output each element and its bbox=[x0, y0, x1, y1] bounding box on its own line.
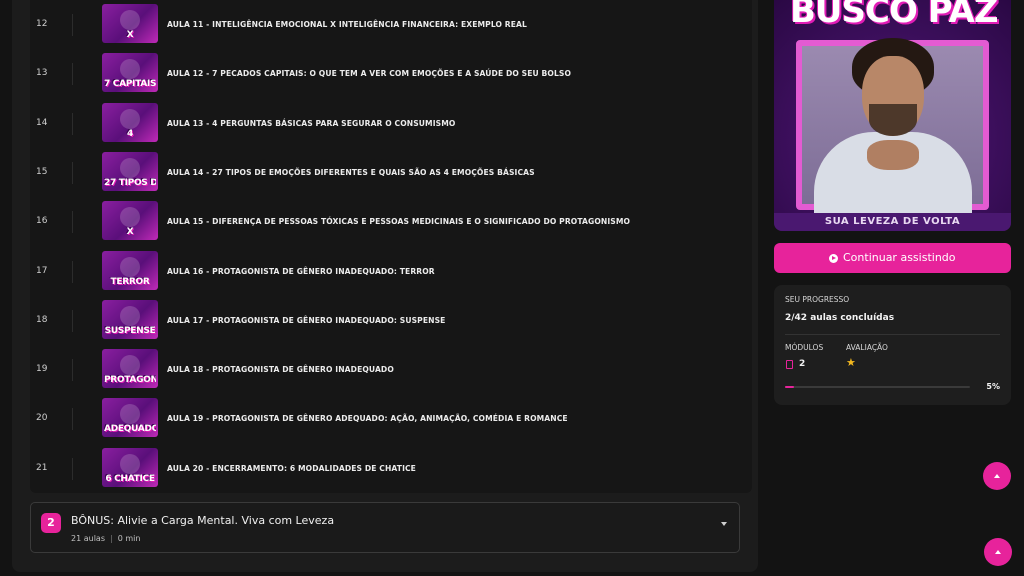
chevron-down-icon[interactable] bbox=[721, 522, 727, 526]
lesson-number: 16 bbox=[36, 216, 48, 227]
lesson-thumbnail[interactable]: 27 TIPOS DE EMOÇÕES bbox=[102, 151, 158, 191]
divider bbox=[72, 112, 73, 135]
thumbnail-text: 6 CHATICE bbox=[105, 473, 155, 484]
banner-tagline: SUA LEVEZA DE VOLTA bbox=[774, 213, 1011, 231]
lesson-number: 20 bbox=[36, 413, 48, 424]
divider bbox=[72, 457, 73, 480]
thumbnail-text: PROTAGONISTA bbox=[104, 375, 156, 386]
module-number-badge: 2 bbox=[41, 513, 61, 533]
lesson-row[interactable]: 21 6 CHATICE AULA 20 - ENCERRAMENTO: 6 MOD… bbox=[30, 444, 752, 493]
lesson-thumbnail[interactable]: X bbox=[102, 4, 158, 43]
module-meta-separator: | bbox=[110, 534, 113, 543]
lesson-title[interactable]: AULA 13 - 4 PERGUNTAS BÁSICAS PARA SEGUR… bbox=[167, 99, 455, 148]
book-icon bbox=[786, 360, 793, 369]
lesson-thumbnail[interactable]: 7 CAPITAIS bbox=[102, 53, 158, 93]
lesson-row[interactable]: 14 4 AULA 13 - 4 PERGUNTAS BÁSICAS PARA SE… bbox=[30, 99, 752, 148]
lesson-number: 18 bbox=[36, 314, 48, 325]
module-accordion[interactable]: 2 BÔNUS: Alivie a Carga Mental. Viva com… bbox=[30, 502, 740, 553]
rating-label: AVALIAÇÃO bbox=[846, 343, 888, 352]
lesson-thumbnail[interactable]: 4 bbox=[102, 102, 158, 142]
lesson-title[interactable]: AULA 18 - PROTAGONISTA DE GÊNERO INADEQU… bbox=[167, 345, 394, 394]
lesson-title[interactable]: AULA 19 - PROTAGONISTA DE GÊNERO ADEQUAD… bbox=[167, 394, 568, 443]
divider bbox=[72, 211, 73, 234]
scroll-top-button-secondary[interactable] bbox=[984, 538, 1012, 566]
divider bbox=[72, 408, 73, 431]
continue-watching-label: Continuar assistindo bbox=[843, 251, 956, 264]
divider bbox=[72, 359, 73, 382]
lesson-number: 21 bbox=[36, 462, 48, 473]
modules-value: 2 bbox=[799, 359, 806, 369]
module-lessons-count: 21 aulas bbox=[71, 534, 105, 543]
divider bbox=[785, 334, 1000, 335]
lesson-title[interactable]: AULA 14 - 27 TIPOS DE EMOÇÕES DIFERENTES… bbox=[167, 148, 535, 197]
lesson-title[interactable]: AULA 17 - PROTAGONISTA DE GÊNERO INADEQU… bbox=[167, 296, 445, 345]
lesson-row[interactable]: 13 7 CAPITAIS AULA 12 - 7 PECADOS CAPITAIS… bbox=[30, 49, 752, 98]
module-title: BÔNUS: Alivie a Carga Mental. Viva com L… bbox=[71, 514, 335, 527]
lesson-row[interactable]: 19 PROTAGONISTA AULA 18 - PROTAGONISTA DE … bbox=[30, 345, 752, 394]
thumbnail-text: SUSPENSE bbox=[104, 325, 156, 336]
lesson-thumbnail[interactable]: TERROR bbox=[102, 250, 158, 290]
lesson-number: 14 bbox=[36, 117, 48, 128]
thumbnail-text: ADEQUADOS bbox=[104, 424, 156, 435]
lesson-list: 12 X AULA 11 - INTELIGÊNCIA EMOCIONAL X IN… bbox=[30, 0, 752, 493]
chevron-up-icon bbox=[994, 474, 1000, 478]
progress-percent: 5% bbox=[986, 382, 1000, 391]
lesson-number: 13 bbox=[36, 68, 48, 79]
course-banner: BUSCO PAZ SUA LEVEZA DE VOLTA bbox=[774, 0, 1011, 231]
lesson-thumbnail[interactable]: 6 CHATICE bbox=[102, 447, 158, 487]
module-meta: 21 aulas | 0 min bbox=[71, 534, 140, 543]
progress-bar-fill bbox=[785, 386, 795, 388]
thumbnail-text: 27 TIPOS DE EMOÇÕES bbox=[104, 177, 156, 188]
lesson-number: 17 bbox=[36, 265, 48, 276]
lessons-completed: 2/42 aulas concluídas bbox=[785, 313, 895, 323]
progress-label: SEU PROGRESSO bbox=[785, 295, 850, 304]
chevron-up-icon bbox=[995, 550, 1001, 554]
thumbnail-text: X bbox=[126, 227, 134, 238]
lesson-title[interactable]: AULA 12 - 7 PECADOS CAPITAIS: O QUE TEM … bbox=[167, 49, 571, 98]
lesson-thumbnail[interactable]: PROTAGONISTA bbox=[102, 349, 158, 389]
divider bbox=[72, 161, 73, 184]
thumbnail-text: TERROR bbox=[110, 276, 150, 287]
course-content-panel: 12 X AULA 11 - INTELIGÊNCIA EMOCIONAL X IN… bbox=[12, 0, 758, 572]
banner-title: BUSCO PAZ bbox=[790, 0, 998, 31]
lesson-title[interactable]: AULA 20 - ENCERRAMENTO: 6 MODALIDADES DE… bbox=[167, 444, 416, 493]
continue-watching-button[interactable]: Continuar assistindo bbox=[774, 243, 1011, 273]
lesson-title[interactable]: AULA 11 - INTELIGÊNCIA EMOCIONAL X INTEL… bbox=[167, 0, 527, 49]
divider bbox=[72, 309, 73, 332]
lesson-thumbnail[interactable]: X bbox=[102, 201, 158, 241]
star-icon[interactable]: ★ bbox=[846, 357, 856, 369]
lesson-number: 12 bbox=[36, 19, 48, 29]
lesson-title[interactable]: AULA 15 - DIFERENÇA DE PESSOAS TÓXICAS E… bbox=[167, 197, 630, 246]
lesson-row[interactable]: 17 TERROR AULA 16 - PROTAGONISTA DE GÊNERO… bbox=[30, 247, 752, 296]
play-circle-icon bbox=[829, 254, 838, 263]
lesson-row[interactable]: 16 X AULA 15 - DIFERENÇA DE PESSOAS TÓXICA… bbox=[30, 197, 752, 246]
lesson-number: 15 bbox=[36, 166, 48, 177]
thumbnail-text: 7 CAPITAIS bbox=[104, 79, 156, 90]
lesson-row[interactable]: 12 X AULA 11 - INTELIGÊNCIA EMOCIONAL X IN… bbox=[30, 0, 752, 49]
module-duration: 0 min bbox=[117, 534, 141, 543]
divider bbox=[72, 63, 73, 86]
lesson-row[interactable]: 15 27 TIPOS DE EMOÇÕES AULA 14 - 27 TIPOS … bbox=[30, 148, 752, 197]
thumbnail-text: X bbox=[126, 30, 134, 40]
thumbnail-text: 4 bbox=[127, 128, 133, 139]
lesson-title[interactable]: AULA 16 - PROTAGONISTA DE GÊNERO INADEQU… bbox=[167, 247, 435, 296]
progress-bar bbox=[785, 386, 970, 388]
lesson-thumbnail[interactable]: ADEQUADOS bbox=[102, 398, 158, 438]
lesson-row[interactable]: 18 SUSPENSE AULA 17 - PROTAGONISTA DE GÊNE… bbox=[30, 296, 752, 345]
scroll-top-button[interactable] bbox=[983, 462, 1011, 490]
divider bbox=[72, 14, 73, 36]
lesson-thumbnail[interactable]: SUSPENSE bbox=[102, 299, 158, 339]
progress-card: SEU PROGRESSO 2/42 aulas concluídas MÓDU… bbox=[774, 285, 1011, 405]
divider bbox=[72, 260, 73, 283]
modules-label: MÓDULOS bbox=[785, 343, 824, 352]
lesson-row[interactable]: 20 ADEQUADOS AULA 19 - PROTAGONISTA DE GÊN… bbox=[30, 394, 752, 443]
lesson-number: 19 bbox=[36, 364, 48, 375]
